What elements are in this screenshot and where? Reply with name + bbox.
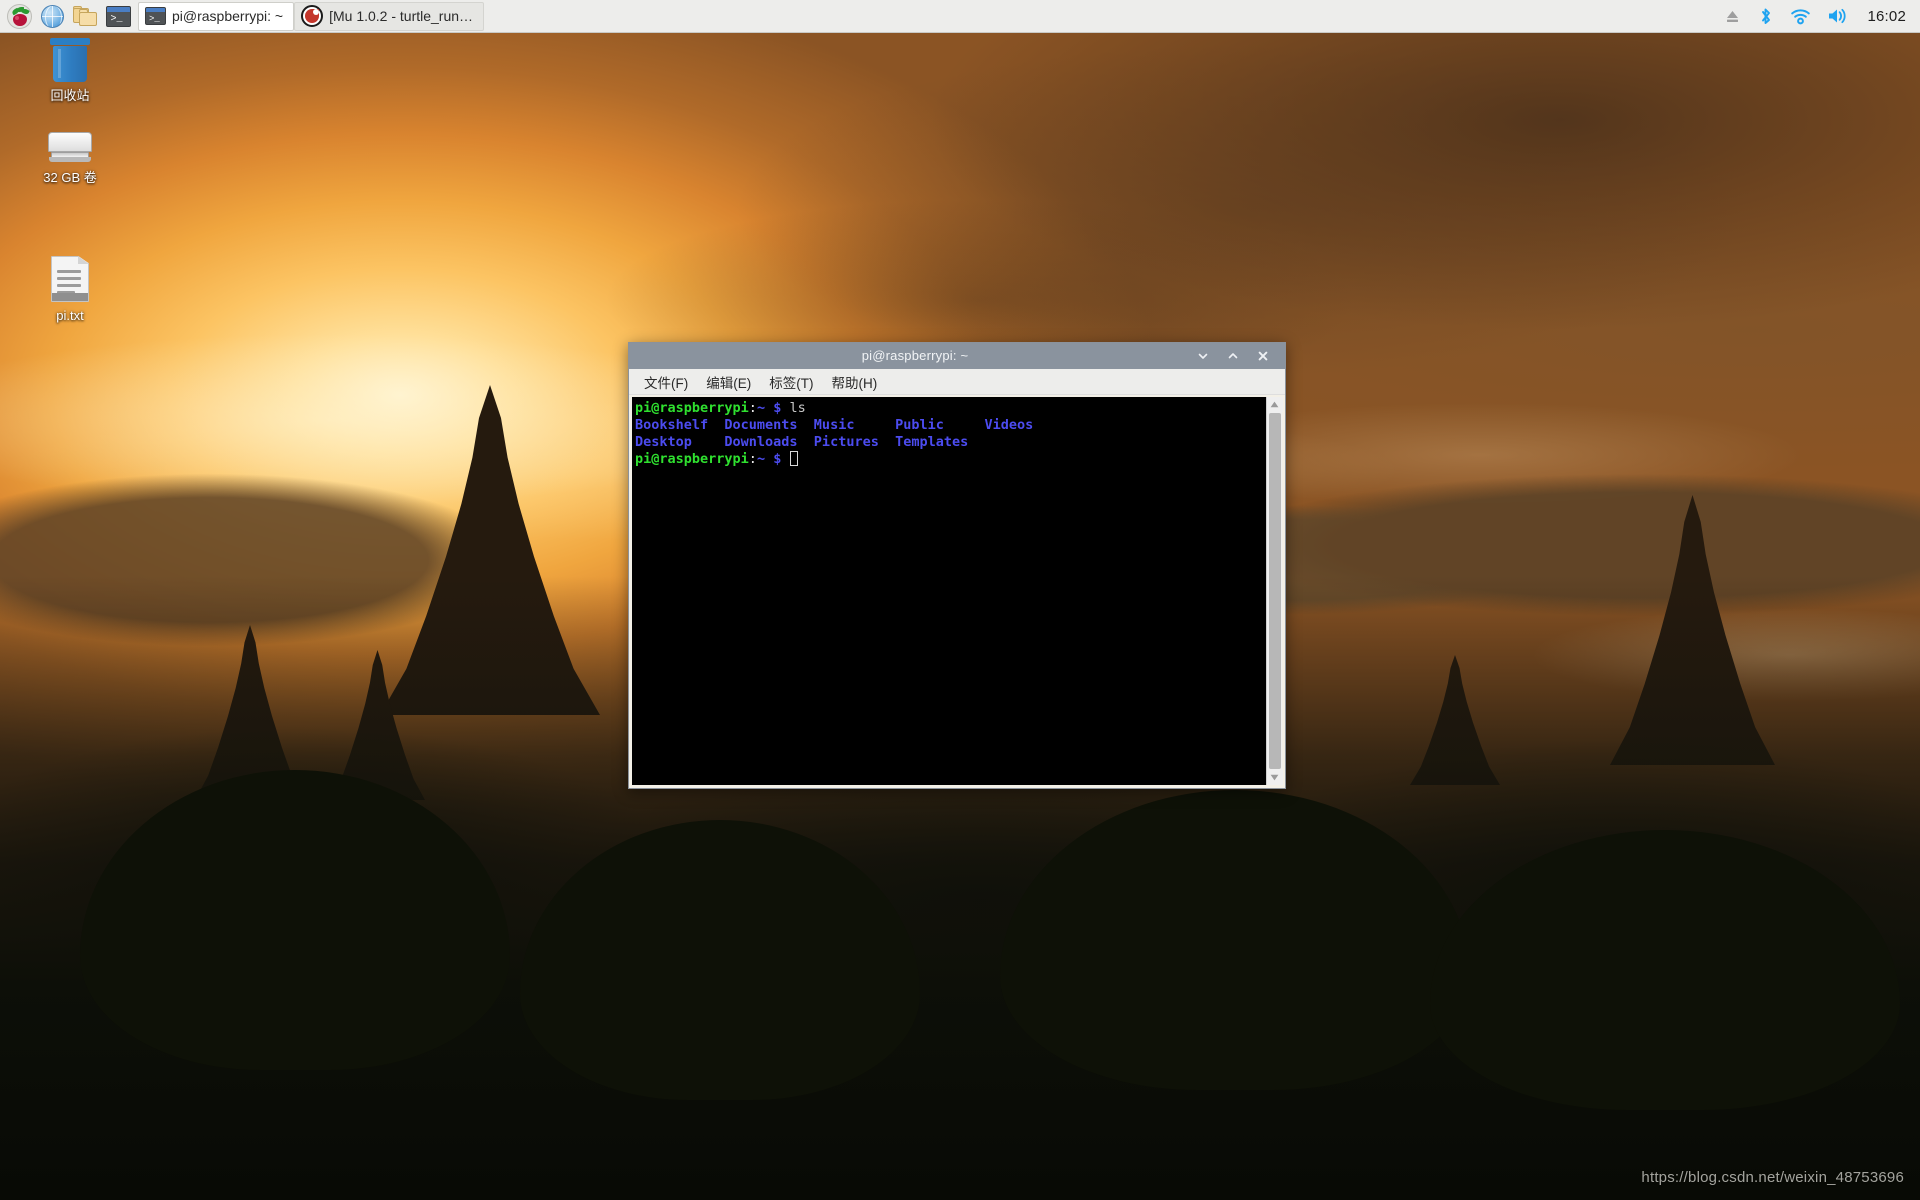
menu-edit[interactable]: 编辑(E) [697, 369, 760, 395]
taskbar-button-terminal[interactable]: >_ pi@raspberrypi: ~ [138, 1, 295, 31]
prompt-colon: : [748, 400, 757, 416]
globe-icon [40, 4, 64, 28]
taskbar-button-mu[interactable]: [Mu 1.0.2 - turtle_run… [294, 1, 485, 31]
bluetooth-icon[interactable] [1757, 7, 1774, 26]
prompt-path: ~ [756, 400, 766, 416]
terminal-window[interactable]: pi@raspberrypi: ~ 文件(F) 编辑(E) 标签(T) 帮助(H… [628, 342, 1286, 789]
wifi-icon[interactable] [1790, 7, 1811, 25]
terminal-icon: >_ [145, 7, 166, 25]
eject-icon[interactable] [1724, 8, 1741, 25]
scrollbar-track[interactable] [1267, 412, 1283, 770]
desktop-icon-volume[interactable]: 32 GB 卷 [22, 130, 118, 185]
taskbar-launchers: >_ [0, 2, 133, 31]
text-file-icon [51, 256, 89, 302]
minimize-icon[interactable] [1195, 348, 1211, 364]
terminal-icon: >_ [105, 5, 131, 27]
menu-tabs[interactable]: 标签(T) [760, 369, 822, 395]
system-tray: 16:02 [1724, 7, 1920, 26]
terminal-listing-row: Desktop Downloads Pictures Templates [635, 434, 969, 450]
mu-icon [301, 5, 324, 27]
terminal-launcher-button[interactable]: >_ [103, 2, 133, 31]
terminal-listing-row: Bookshelf Documents Music Public Videos [635, 417, 1034, 433]
terminal-titlebar[interactable]: pi@raspberrypi: ~ [629, 343, 1285, 369]
prompt-dollar: $ [773, 451, 782, 467]
maximize-icon[interactable] [1225, 348, 1241, 364]
desktop-icon-trash[interactable]: 回收站 [22, 38, 118, 103]
close-icon[interactable] [1255, 348, 1271, 364]
scrollbar-thumb[interactable] [1268, 413, 1281, 769]
desktop-icon-label: 32 GB 卷 [43, 170, 97, 185]
desktop-icon-label: 回收站 [50, 88, 90, 103]
terminal-cursor [789, 451, 798, 466]
window-controls [1195, 348, 1279, 364]
desktop-icon-pi-txt[interactable]: pi.txt [22, 256, 118, 323]
prompt-user: pi@raspberrypi [635, 400, 749, 416]
scroll-up-icon[interactable] [1266, 397, 1283, 412]
web-browser-button[interactable] [37, 2, 67, 31]
desktop-icon-label: pi.txt [56, 308, 84, 323]
raspberry-menu-button[interactable] [4, 2, 34, 31]
menu-file[interactable]: 文件(F) [635, 369, 697, 395]
terminal-screen[interactable]: pi@raspberrypi:~ $ ls Bookshelf Document… [632, 397, 1266, 785]
prompt-dollar: $ [773, 400, 782, 416]
terminal-command: ls [789, 400, 806, 416]
volume-icon[interactable] [1827, 7, 1849, 25]
prompt-user: pi@raspberrypi [635, 451, 749, 467]
taskbar-button-label: [Mu 1.0.2 - turtle_run… [329, 8, 474, 24]
clock[interactable]: 16:02 [1867, 8, 1906, 25]
terminal-window-title: pi@raspberrypi: ~ [861, 348, 969, 363]
drive-icon [46, 130, 94, 164]
taskbar-window-buttons: >_ pi@raspberrypi: ~ [Mu 1.0.2 - turtle_… [138, 1, 485, 31]
terminal-body[interactable]: pi@raspberrypi:~ $ ls Bookshelf Document… [629, 395, 1285, 788]
file-manager-button[interactable] [70, 2, 100, 31]
watermark-text: https://blog.csdn.net/weixin_48753696 [1641, 1169, 1904, 1186]
raspberry-icon [6, 3, 32, 29]
prompt-path: ~ [756, 451, 766, 467]
terminal-scrollbar[interactable] [1266, 397, 1283, 785]
folder-icon [72, 5, 98, 27]
prompt-colon: : [748, 451, 757, 467]
taskbar[interactable]: >_ >_ pi@raspberrypi: ~ [Mu 1.0.2 - turt… [0, 0, 1920, 33]
trash-icon [49, 38, 91, 82]
scroll-down-icon[interactable] [1266, 770, 1283, 785]
taskbar-button-label: pi@raspberrypi: ~ [172, 8, 284, 24]
terminal-menubar[interactable]: 文件(F) 编辑(E) 标签(T) 帮助(H) [629, 369, 1285, 395]
menu-help[interactable]: 帮助(H) [823, 369, 887, 395]
